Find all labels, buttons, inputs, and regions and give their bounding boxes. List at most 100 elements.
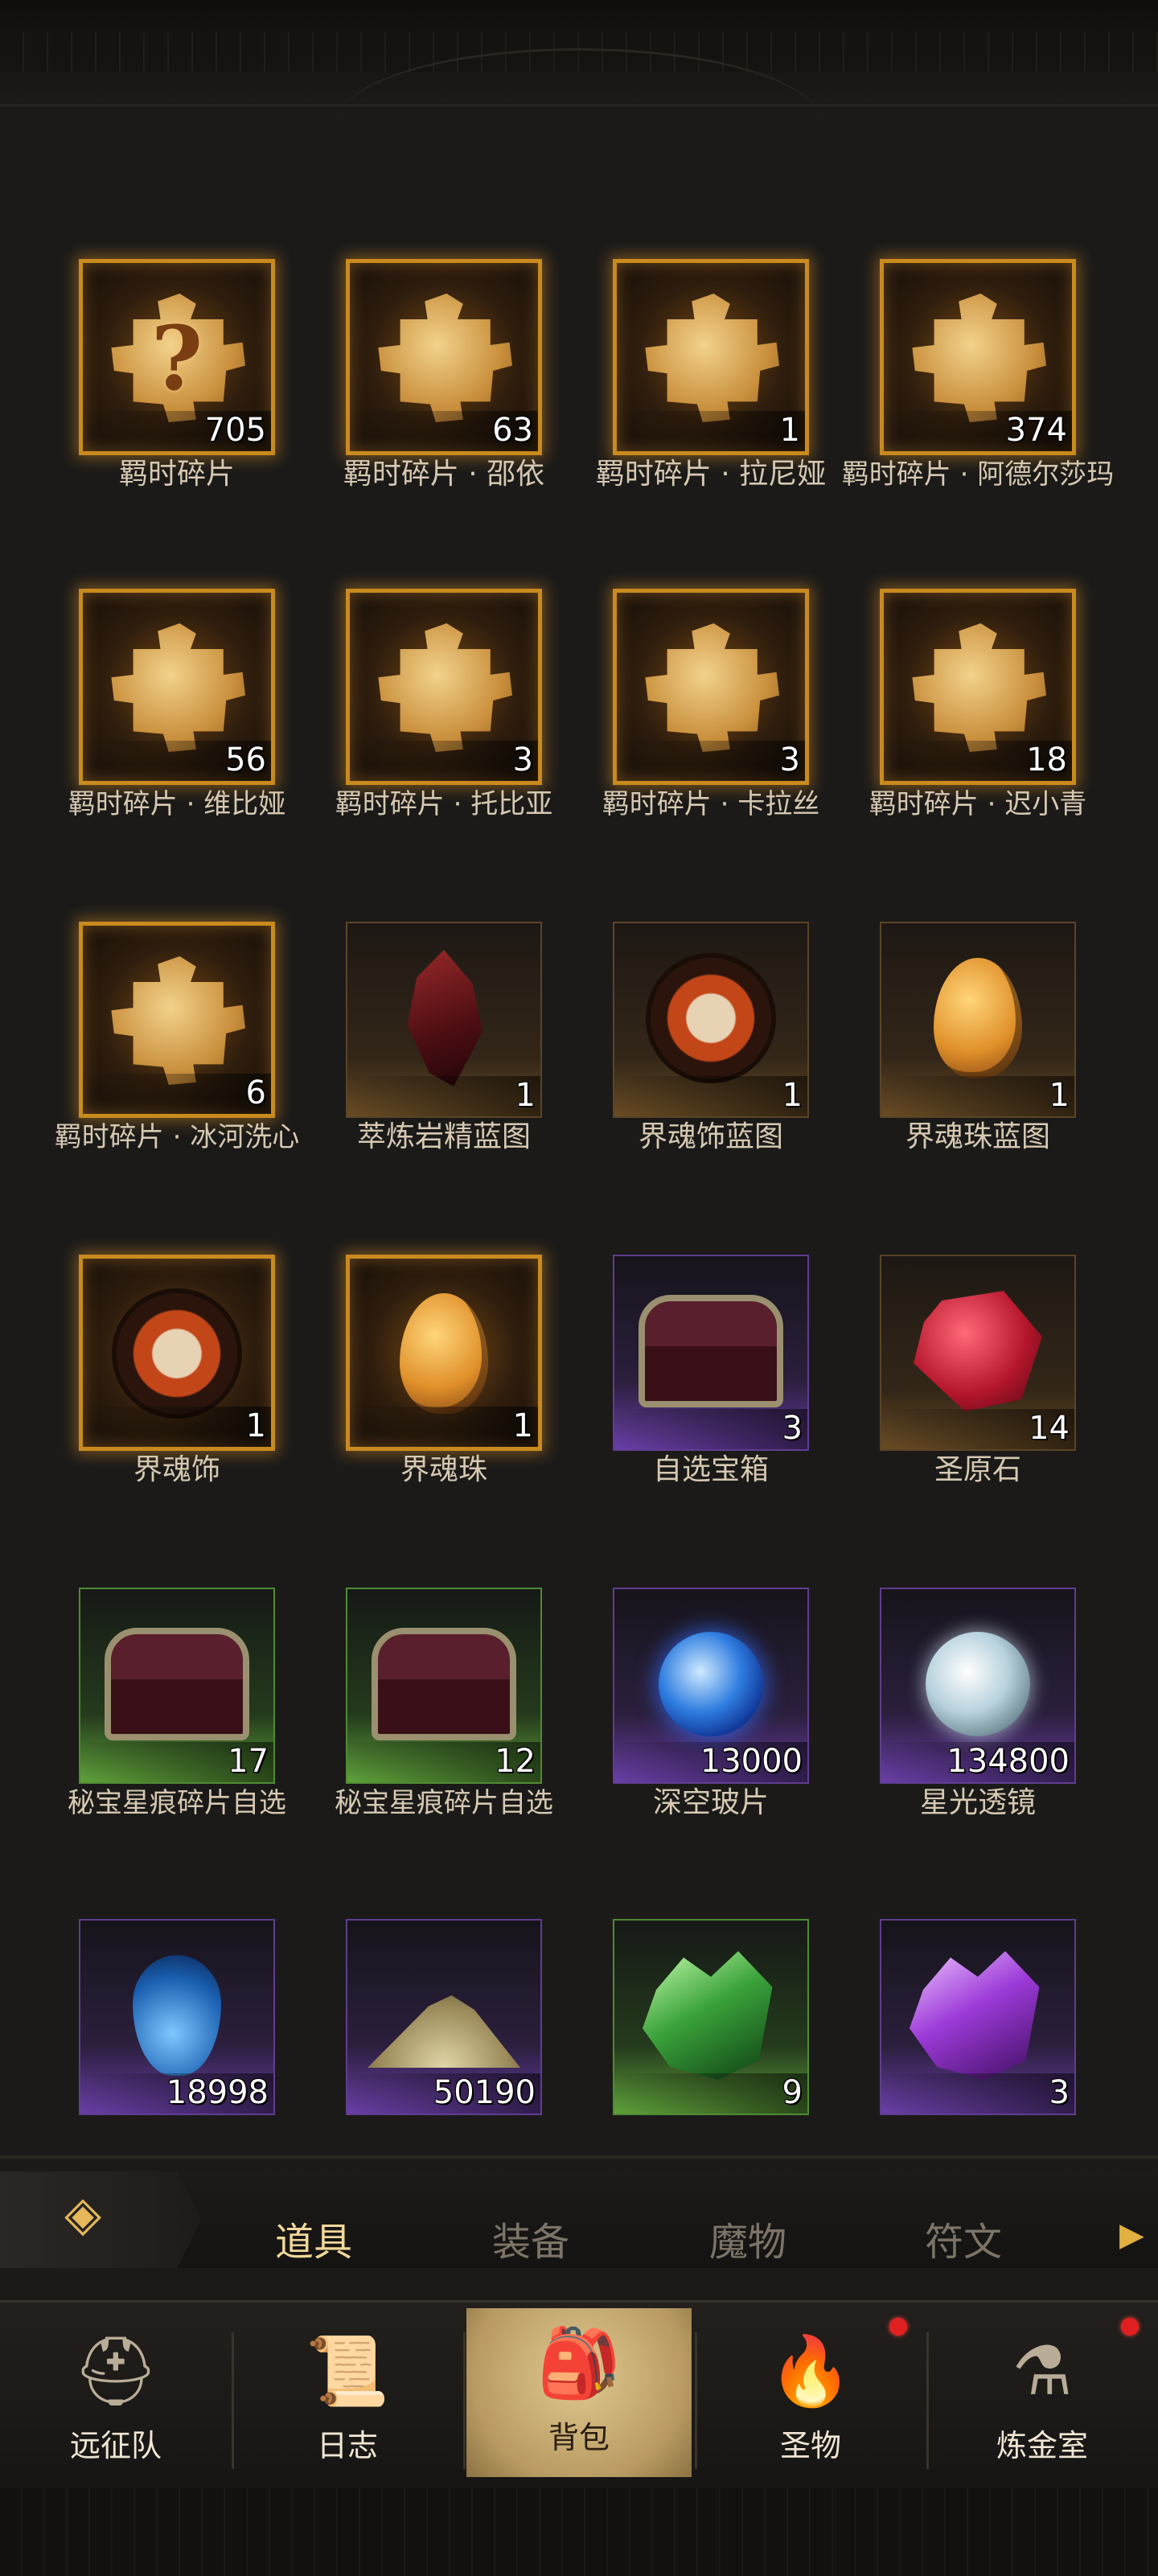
item-label: 羁时碎片 · 阿德尔莎玛: [841, 458, 1115, 491]
item-slot: 18: [880, 589, 1076, 785]
inventory-item-star-fragment-chest[interactable]: 17 秘宝星痕碎片自选: [44, 1588, 310, 1893]
amber-egg-icon: [881, 946, 1074, 1091]
item-count: 50190: [433, 2074, 536, 2111]
puzzle-portrait-icon: [350, 286, 538, 430]
alchemy-sigil-icon: ⚗: [1012, 2332, 1073, 2410]
item-label: 萃炼岩精蓝图: [356, 1120, 531, 1153]
item-slot: 3: [346, 589, 542, 785]
inventory-item-shard-adelshama[interactable]: 374 羁时碎片 · 阿德尔莎玛: [842, 259, 1114, 565]
item-label: 界魂珠蓝图: [905, 1120, 1050, 1153]
backpack-icon: 🎒: [536, 2323, 622, 2402]
inventory-item-shard-shaoyi[interactable]: 63 羁时碎片 · 邵依: [311, 259, 577, 565]
item-slot: 1: [613, 259, 809, 455]
item-count: 1: [779, 412, 800, 449]
diamond-arrow-icon: ◈: [64, 2186, 102, 2242]
inventory-item-soul-bead[interactable]: 1 界魂珠: [311, 1255, 577, 1560]
item-count: 18: [1026, 742, 1067, 779]
green-shards-icon: [614, 1943, 807, 2088]
item-count: 3: [782, 1410, 803, 1447]
item-count: 3: [1049, 2074, 1070, 2111]
inventory-item-shard-tobiya[interactable]: 3 羁时碎片 · 托比亚: [311, 589, 577, 894]
inventory-item-soul-ornament-blueprint[interactable]: 1 界魂饰蓝图: [578, 922, 844, 1227]
item-slot: 9: [613, 1919, 809, 2115]
item-slot: 17: [79, 1588, 275, 1784]
potion-icon: [80, 1943, 273, 2088]
item-label: 圣原石: [934, 1453, 1021, 1486]
nav-label: 圣物: [779, 2428, 841, 2463]
inventory-item-shard-raniya[interactable]: 1 羁时碎片 · 拉尼娅: [578, 259, 844, 565]
sun-mask-icon: [83, 1281, 271, 1426]
item-slot: 374: [880, 259, 1076, 455]
nav-item-journal[interactable]: 📜 日志: [232, 2316, 463, 2477]
item-label: 秘宝星痕碎片自选: [335, 1787, 553, 1819]
item-count: 374: [1005, 412, 1067, 449]
inventory-item-holy-ore[interactable]: 14 圣原石: [845, 1255, 1111, 1560]
item-count: 1: [512, 1407, 533, 1444]
inventory-item-shard-generic[interactable]: ? 705 羁时碎片: [44, 259, 310, 565]
inventory-item-shard-vibiya[interactable]: 56 羁时碎片 · 维比娅: [44, 589, 310, 894]
item-slot: 13000: [613, 1588, 809, 1784]
item-label: 羁时碎片 · 冰河洗心: [54, 1121, 300, 1153]
item-slot: 14: [880, 1255, 1076, 1451]
torch-icon: 🔥: [768, 2332, 853, 2410]
puzzle-portrait-icon: [617, 286, 805, 430]
nav-divider: [463, 2332, 466, 2469]
item-label: 星光透镜: [919, 1786, 1036, 1819]
tab-equipment[interactable]: 装备: [442, 2210, 619, 2266]
nav-label: 背包: [548, 2420, 610, 2455]
scroll-icon: 📜: [305, 2332, 390, 2410]
white-orb-icon: [881, 1612, 1074, 1756]
item-slot: 1: [880, 922, 1076, 1118]
puzzle-portrait-icon: [884, 286, 1072, 430]
item-count: 17: [228, 1743, 269, 1780]
item-label: 羁时碎片 · 托比亚: [335, 788, 553, 820]
inventory-item-rock-essence-blueprint[interactable]: 1 萃炼岩精蓝图: [311, 922, 577, 1227]
item-count: 13000: [700, 1743, 803, 1780]
item-slot: 3: [613, 1255, 809, 1451]
blue-orb-icon: [614, 1612, 807, 1756]
item-count: 6: [245, 1074, 266, 1111]
tab-runes[interactable]: 符文: [875, 2210, 1052, 2266]
inventory-item-deep-space-glass[interactable]: 13000 深空玻片: [578, 1588, 844, 1893]
item-slot: 56: [79, 589, 275, 785]
item-label: 羁时碎片 · 迟小青: [868, 788, 1087, 820]
notification-dot: [1121, 2318, 1139, 2336]
nav-item-relics[interactable]: 🔥 圣物: [695, 2316, 926, 2477]
item-label: 羁时碎片: [118, 458, 235, 491]
inventory-item-shard-karasi[interactable]: 3 羁时碎片 · 卡拉丝: [578, 589, 844, 894]
item-count: 14: [1029, 1410, 1070, 1447]
tab-monsters[interactable]: 魔物: [659, 2210, 836, 2266]
item-label: 羁时碎片 · 拉尼娅: [595, 458, 827, 491]
item-count: 1: [515, 1077, 536, 1114]
red-gem-icon: [881, 1279, 1074, 1424]
puzzle-portrait-icon: [617, 615, 805, 760]
inventory-item-shard-binghexixin[interactable]: 6 羁时碎片 · 冰河洗心: [44, 922, 310, 1227]
horned-helmet-icon: ⛑: [72, 2332, 159, 2410]
tab-items[interactable]: 道具: [225, 2210, 402, 2266]
chevron-right-icon[interactable]: ▶: [1119, 2217, 1144, 2253]
nav-label: 日志: [316, 2428, 378, 2463]
nav-item-backpack[interactable]: 🎒 背包: [466, 2308, 692, 2477]
item-label: 羁时碎片 · 邵依: [343, 458, 545, 491]
nav-item-expedition[interactable]: ⛑ 远征队: [0, 2316, 232, 2477]
puzzle-portrait-icon: [83, 948, 271, 1093]
item-label: 羁时碎片 · 维比娅: [68, 788, 286, 820]
item-count: 63: [492, 412, 533, 449]
item-count: 12: [495, 1743, 536, 1780]
item-count: 56: [225, 742, 266, 779]
inventory-item-soul-bead-blueprint[interactable]: 1 界魂珠蓝图: [845, 922, 1111, 1227]
purple-shards-icon: [881, 1943, 1074, 2088]
inventory-item-starlight-lens[interactable]: 134800 星光透镜: [845, 1588, 1111, 1893]
item-count: 1: [245, 1407, 266, 1444]
inventory-item-shard-chixiaoqing[interactable]: 18 羁时碎片 · 迟小青: [845, 589, 1111, 894]
nav-item-alchemy[interactable]: ⚗ 炼金室: [926, 2316, 1158, 2477]
inventory-item-selectable-chest[interactable]: 3 自选宝箱: [578, 1255, 844, 1560]
inventory-item-soul-ornament[interactable]: 1 界魂饰: [44, 1255, 310, 1560]
item-slot: 1: [346, 1255, 542, 1451]
item-slot: 3: [880, 1919, 1076, 2115]
item-slot: 1: [613, 922, 809, 1118]
inventory-item-star-fragment-chest[interactable]: 12 秘宝星痕碎片自选: [311, 1588, 577, 1893]
item-slot: 3: [613, 589, 809, 785]
item-label: 界魂珠: [400, 1453, 487, 1486]
tab-badge[interactable]: ◈: [0, 2171, 201, 2268]
